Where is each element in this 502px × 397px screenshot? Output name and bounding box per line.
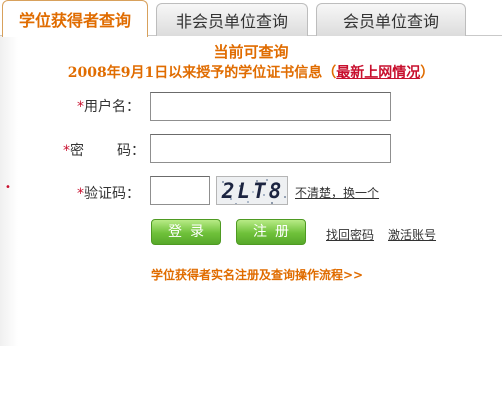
recover-password-link[interactable]: 找回密码 [326, 226, 374, 243]
query-page: 学位获得者查询 非会员单位查询 会员单位查询 • 当前可查询 2008年9月1日… [0, 0, 502, 397]
paren-open: （ [322, 65, 337, 81]
tab-member-query[interactable]: 会员单位查询 [316, 3, 466, 36]
password-label-b: 码： [117, 143, 145, 159]
password-label-a: 密 [70, 143, 84, 159]
activate-account-link[interactable]: 激活账号 [388, 226, 436, 243]
required-mark: * [63, 143, 70, 159]
register-button[interactable]: 注册 [236, 219, 306, 245]
username-label: *用户名： [77, 96, 140, 116]
registration-flow-link[interactable]: 学位获得者实名注册及查询操作流程>> [151, 266, 363, 283]
captcha-input[interactable] [150, 176, 210, 205]
tab-degree-holder-query[interactable]: 学位获得者查询 [2, 0, 148, 37]
subtitle-text: 2008年9月1日以来授予的学位证书信息 [67, 65, 323, 81]
required-mark: * [77, 186, 84, 202]
captcha-text: 2LT8 [221, 179, 285, 203]
tab-non-member-query[interactable]: 非会员单位查询 [156, 3, 308, 36]
password-label: *密 码： [63, 140, 145, 160]
captcha-image[interactable]: 2LT8 [216, 176, 288, 205]
password-input[interactable] [150, 134, 391, 163]
required-mark: * [77, 99, 84, 115]
captcha-refresh-link[interactable]: 不清楚，换一个 [295, 184, 379, 201]
username-input[interactable] [150, 92, 391, 121]
paren-close: ） [420, 65, 435, 81]
username-label-text: 用户名： [84, 99, 140, 115]
left-edge-strip: • [0, 36, 18, 346]
captcha-label: *验证码： [77, 183, 140, 203]
latest-status-link[interactable]: 最新上网情况 [336, 65, 420, 81]
login-button[interactable]: 登录 [151, 219, 221, 245]
edge-marker: • [5, 182, 11, 193]
page-subtitle: 2008年9月1日以来授予的学位证书信息（最新上网情况） [0, 62, 502, 82]
captcha-label-text: 验证码： [84, 186, 140, 202]
page-title: 当前可查询 [213, 43, 289, 61]
tab-bar: 学位获得者查询 非会员单位查询 会员单位查询 [0, 0, 502, 37]
